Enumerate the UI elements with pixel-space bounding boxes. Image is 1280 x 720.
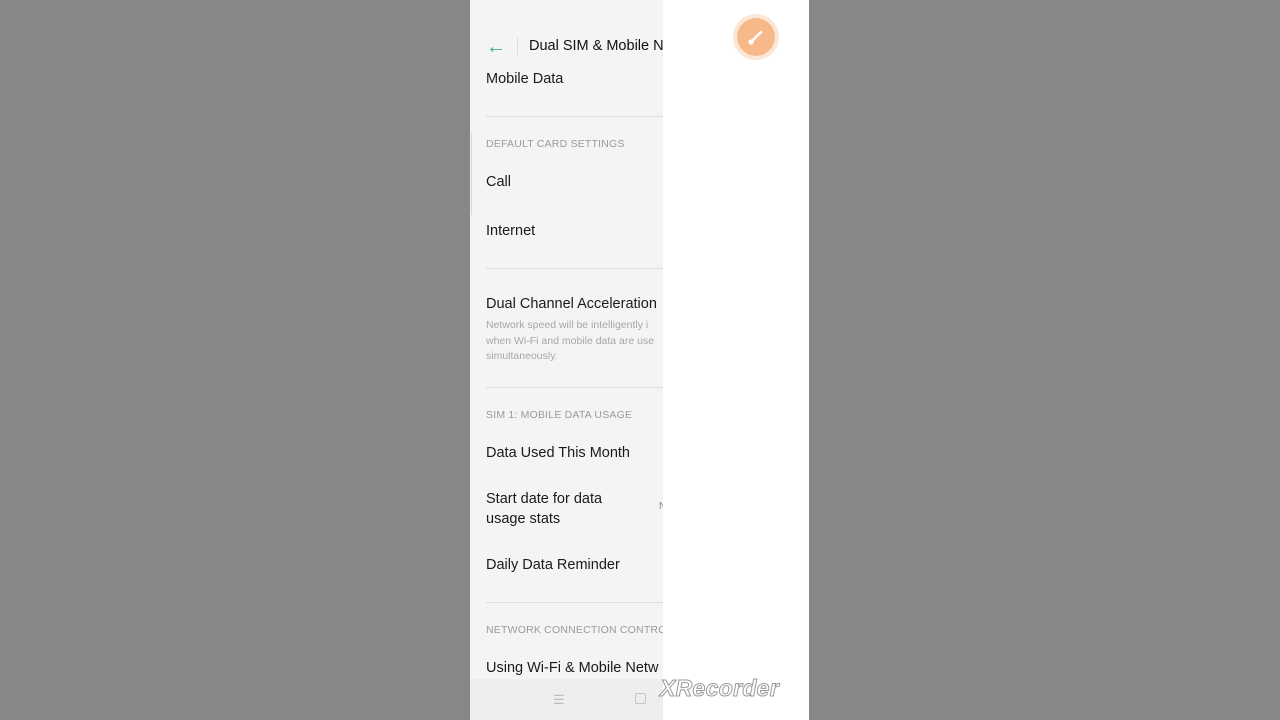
mobile-data-item[interactable]: Mobile Data [486, 71, 563, 87]
section-header-network: NETWORK CONNECTION CONTRO [486, 624, 663, 636]
data-used-this-month-item[interactable]: Data Used This Month [486, 445, 630, 461]
top-bar: ← Dual SIM & Mobile N [470, 0, 663, 68]
navigation-bar: ☰ [470, 679, 663, 720]
start-date-item-line1[interactable]: Start date for data [486, 491, 602, 507]
section-header-default-card: DEFAULT CARD SETTINGS [486, 138, 625, 150]
internet-item[interactable]: Internet [486, 223, 535, 239]
back-arrow-icon[interactable]: ← [486, 37, 506, 57]
desc-line: Network speed will be intelligently i [486, 319, 649, 331]
divider [486, 387, 663, 388]
desc-line: when Wi-Fi and mobile data are use [486, 334, 655, 347]
paintbrush-icon [748, 30, 763, 45]
menu-icon[interactable]: ☰ [553, 692, 565, 708]
divider [486, 268, 663, 269]
start-date-item-line2[interactable]: usage stats [486, 511, 560, 527]
dual-channel-description: Network speed will be intelligently i wh… [486, 318, 663, 365]
wifi-mobile-network-item[interactable]: Using Wi-Fi & Mobile Netw [486, 660, 658, 676]
call-item[interactable]: Call [486, 174, 511, 190]
divider [486, 602, 663, 603]
home-icon[interactable] [635, 693, 646, 704]
divider [486, 116, 663, 117]
daily-data-reminder-item[interactable]: Daily Data Reminder [486, 557, 620, 573]
scroll-edge [471, 133, 472, 215]
phone-frame: ← Dual SIM & Mobile N Mobile Data DEFAUL… [470, 0, 809, 720]
dual-channel-acceleration-item[interactable]: Dual Channel Acceleration [486, 296, 657, 312]
xrecorder-watermark: XRecorder [659, 675, 780, 702]
settings-screen: ← Dual SIM & Mobile N Mobile Data DEFAUL… [470, 0, 663, 720]
section-header-sim1-usage: SIM 1: MOBILE DATA USAGE [486, 409, 633, 421]
recorder-floating-button[interactable] [737, 18, 775, 56]
desc-line: simultaneously. [486, 350, 558, 362]
title-separator [517, 38, 518, 55]
recorder-overlay-panel [663, 0, 809, 720]
page-title: Dual SIM & Mobile N [529, 38, 663, 54]
